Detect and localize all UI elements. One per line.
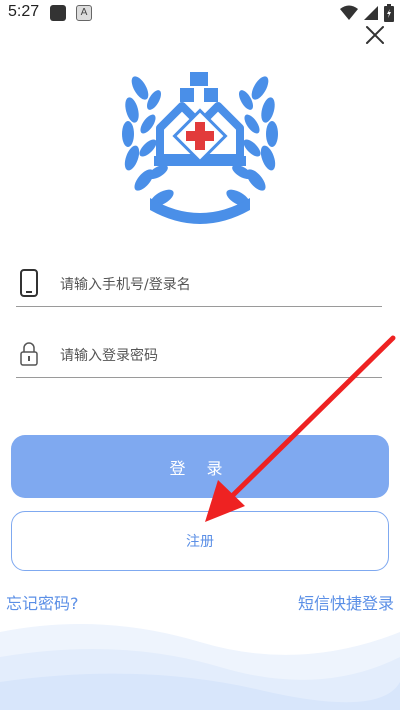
phone-icon xyxy=(20,269,38,297)
close-icon xyxy=(366,26,384,44)
status-indicators xyxy=(340,4,394,22)
forgot-password-link[interactable]: 忘记密码? xyxy=(6,590,79,614)
sms-login-link[interactable]: 短信快捷登录 xyxy=(298,590,394,614)
close-button[interactable] xyxy=(362,22,388,48)
app-logo xyxy=(122,72,278,224)
phone-input[interactable] xyxy=(58,268,372,302)
password-input[interactable] xyxy=(58,339,372,373)
lock-icon xyxy=(20,342,38,366)
phone-field xyxy=(16,262,382,307)
notification-app-icon xyxy=(50,5,66,21)
status-time: 5:27 xyxy=(8,3,40,20)
battery-icon xyxy=(384,4,394,22)
notification-a-icon: A xyxy=(76,5,92,21)
status-bar: 5:27 A xyxy=(0,0,400,26)
register-button[interactable]: 注册 xyxy=(11,511,389,571)
decorative-waves xyxy=(0,624,400,710)
login-button[interactable]: 登 录 xyxy=(11,435,389,498)
signal-icon xyxy=(364,6,378,20)
password-field xyxy=(16,333,382,378)
wifi-icon xyxy=(340,5,358,20)
